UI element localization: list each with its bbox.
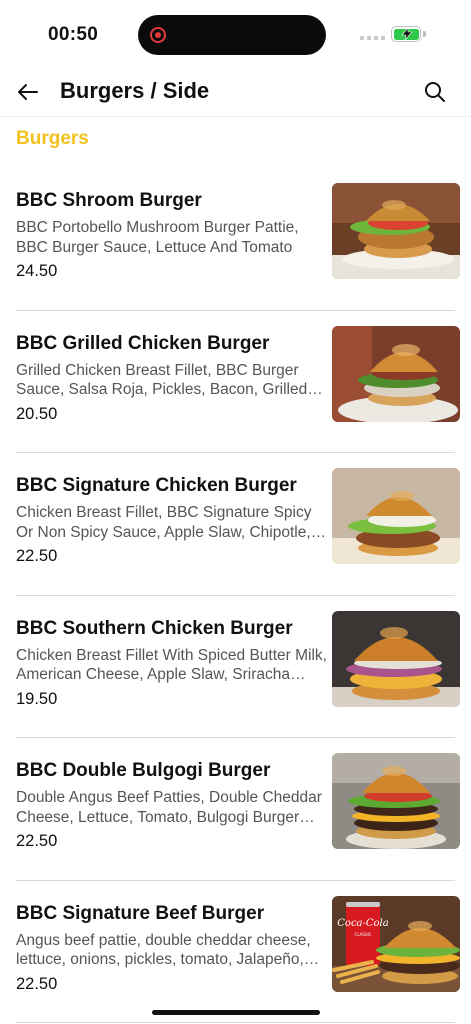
menu-item-description: Chicken Breast Fillet With Spiced Butter… — [16, 646, 327, 684]
menu-item-price: 22.50 — [16, 832, 58, 850]
back-button[interactable] — [14, 78, 42, 106]
menu-item[interactable]: BBC Signature Beef Burger Angus beef pat… — [16, 881, 460, 1023]
menu-item-description: Angus beef pattie, double cheddar cheese… — [16, 931, 311, 969]
menu-item-description: BBC Portobello Mushroom Burger Pattie, B… — [16, 219, 299, 256]
menu-item-name: BBC Signature Beef Burger — [16, 902, 265, 924]
menu-item-photo[interactable] — [332, 753, 460, 849]
menu-item-name: BBC Grilled Chicken Burger — [16, 332, 270, 354]
menu-item-photo[interactable] — [332, 468, 460, 564]
menu-item-photo[interactable] — [332, 610, 460, 707]
menu-item-text: BBC Southern Chicken Burger Chicken Brea… — [16, 616, 332, 709]
top-navigation-bar: Burgers / Side — [0, 70, 471, 116]
menu-item[interactable]: BBC Grilled Chicken Burger Grilled Chick… — [16, 311, 460, 453]
menu-item-price: 22.50 — [16, 974, 58, 993]
menu-item-price: 22.50 — [16, 547, 58, 565]
menu-item-name: BBC Southern Chicken Burger — [16, 617, 293, 639]
can-brand-text: Coca-Cola — [337, 918, 388, 929]
menu-item-name: BBC Shroom Burger — [16, 190, 202, 211]
menu-item-price: 19.50 — [16, 689, 58, 708]
menu-item[interactable]: BBC Double Bulgogi Burger Double Angus B… — [16, 738, 460, 881]
menu-item-text: BBC Double Bulgogi Burger Double Angus B… — [16, 758, 332, 851]
menu-item-text: BBC Grilled Chicken Burger Grilled Chick… — [16, 331, 332, 424]
menu-item-photo[interactable] — [332, 325, 460, 422]
menu-item-description: Grilled Chicken Breast Fillet, BBC Burge… — [16, 361, 308, 399]
page-title: Burgers / Side — [60, 78, 210, 103]
menu-item-text: BBC Signature Beef Burger Angus beef pat… — [16, 901, 332, 994]
search-button[interactable] — [421, 78, 449, 106]
arrow-left-icon — [18, 84, 38, 100]
screen-recording-icon — [150, 27, 166, 43]
menu-item[interactable]: BBC Southern Chicken Burger Chicken Brea… — [16, 596, 460, 738]
home-indicator[interactable] — [152, 1010, 320, 1015]
menu-item[interactable]: BBC Signature Chicken Burger Chicken Bre… — [16, 453, 460, 596]
cellular-signal-icon — [360, 36, 385, 40]
menu-item[interactable]: BBC Shroom Burger BBC Portobello Mushroo… — [16, 168, 460, 311]
battery-icon — [391, 26, 421, 42]
menu-item-name: BBC Double Bulgogi Burger — [16, 760, 271, 781]
menu-item-text: BBC Shroom Burger BBC Portobello Mushroo… — [16, 188, 332, 281]
search-icon — [425, 82, 445, 102]
menu-item-description: Double Angus Beef Patties, Double Chedda… — [16, 789, 322, 826]
status-time: 00:50 — [48, 24, 99, 45]
section-title: Burgers — [16, 128, 89, 149]
menu-item-list: BBC Shroom Burger BBC Portobello Mushroo… — [0, 168, 471, 1023]
menu-item-text: BBC Signature Chicken Burger Chicken Bre… — [16, 473, 332, 566]
charging-bolt-icon — [400, 27, 413, 40]
header-divider — [0, 116, 471, 117]
can-label-text: CLASSIC — [355, 932, 372, 937]
battery-cap — [423, 31, 426, 37]
menu-item-price: 20.50 — [16, 404, 58, 423]
menu-item-photo[interactable] — [332, 183, 460, 279]
status-bar: 00:50 — [0, 0, 471, 70]
menu-item-price: 24.50 — [16, 262, 58, 280]
menu-item-name: BBC Signature Chicken Burger — [16, 475, 297, 496]
dynamic-island — [138, 15, 326, 55]
menu-item-photo[interactable]: Coca-Cola CLASSIC — [332, 895, 460, 992]
menu-item-description: Chicken Breast Fillet, BBC Signature Spi… — [16, 504, 312, 541]
